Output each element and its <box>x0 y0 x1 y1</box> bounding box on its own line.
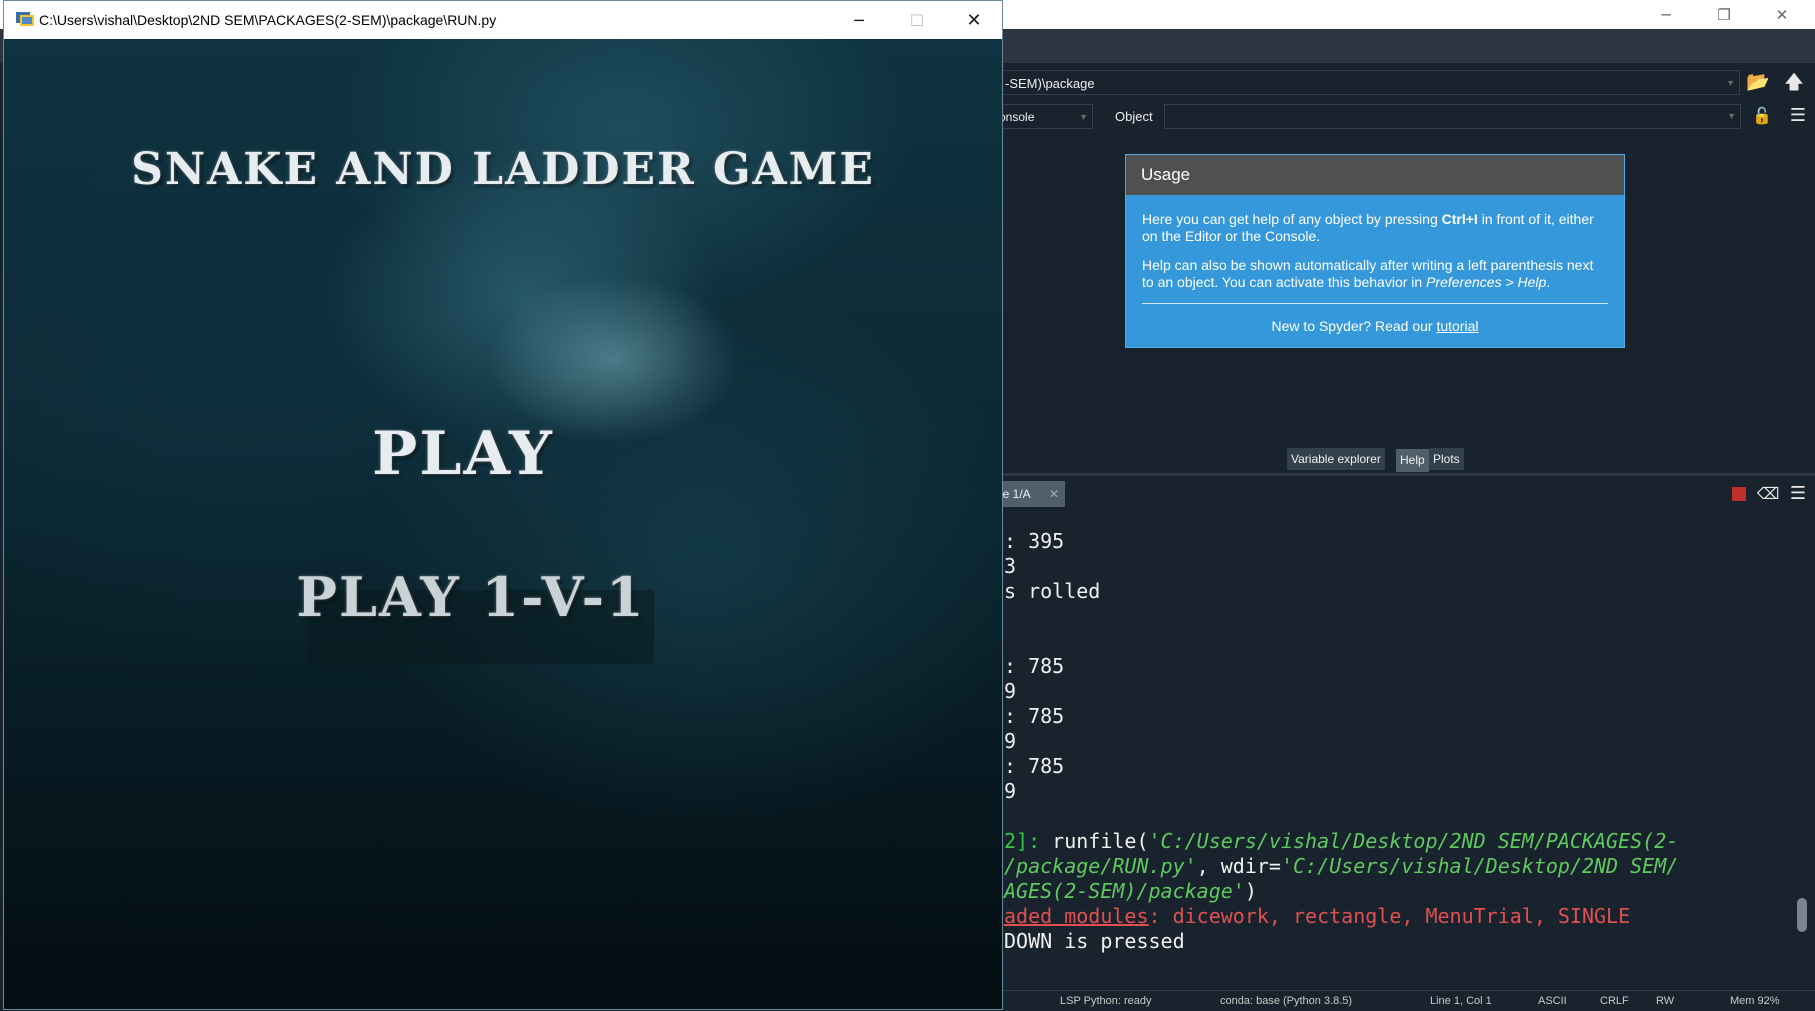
reloaded-modules-line: aded modules: dicework, rectangle, MenuT… <box>1004 904 1631 928</box>
game-window-title: C:\Users\vishal\Desktop\2ND SEM\PACKAGES… <box>39 12 497 28</box>
play-button[interactable]: PLAY <box>4 419 962 489</box>
console-scroll-thumb[interactable] <box>1797 898 1807 932</box>
console-line: s rolled <box>1004 579 1101 603</box>
runfile-line-1: 2]: runfile('C:/Users/vishal/Desktop/2ND… <box>1004 829 1679 853</box>
console-line: : 785 <box>1004 654 1065 678</box>
console-line: 9 <box>1004 729 1017 753</box>
console-tab-bar <box>990 473 1815 514</box>
tab-help[interactable]: Help <box>1396 449 1429 472</box>
console-line: 9 <box>1004 779 1017 803</box>
tab-plots[interactable]: Plots <box>1429 448 1464 470</box>
console-line: : 785 <box>1004 754 1065 778</box>
game-window: C:\Users\vishal\Desktop\2ND SEM\PACKAGES… <box>3 0 1003 1010</box>
status-cursor-position: Line 1, Col 1 <box>1430 995 1492 1007</box>
status-eol: CRLF <box>1600 995 1629 1007</box>
status-conda: conda: base (Python 3.8.5) <box>1220 995 1353 1007</box>
eraser-icon[interactable]: ⌫ <box>1754 482 1782 506</box>
game-heading: SNAKE AND LADDER GAME <box>131 144 875 195</box>
console-line: 9 <box>1004 679 1017 703</box>
usage-footer: New to Spyder? Read our tutorial <box>1271 318 1479 334</box>
console-line: : 785 <box>1004 704 1065 728</box>
console-output-line: DOWN is pressed <box>1004 929 1185 953</box>
game-canvas[interactable]: SNAKE AND LADDER GAME PLAY PLAY 1-V-1 <box>4 39 1002 1009</box>
usage-paragraph-2: Help can also be shown automatically aft… <box>1142 257 1594 290</box>
chevron-down-icon: ▼ <box>1726 78 1735 88</box>
usage-divider <box>1142 303 1608 304</box>
runfile-line-2: /package/RUN.py', wdir='C:/Users/vishal/… <box>1004 854 1679 878</box>
folder-open-icon[interactable]: 📂 <box>1744 70 1772 94</box>
arrow-up-icon[interactable]: 🡅 <box>1780 70 1808 94</box>
chevron-down-icon: ▼ <box>1079 112 1088 122</box>
stop-icon[interactable] <box>1732 487 1746 501</box>
menu-icon[interactable]: ☰ <box>1784 104 1812 128</box>
status-bar: LSP Python: ready conda: base (Python 3.… <box>990 990 1815 1011</box>
game-title-bar[interactable]: C:\Users\vishal\Desktop\2ND SEM\PACKAGES… <box>4 1 1002 39</box>
python-window-icon <box>16 12 34 26</box>
status-memory: Mem 92% <box>1730 995 1780 1007</box>
status-rw: RW <box>1656 995 1675 1007</box>
object-input[interactable]: ▼ <box>1164 104 1741 129</box>
usage-title: Usage <box>1126 155 1624 195</box>
status-encoding: ASCII <box>1538 995 1567 1007</box>
spyder-close-button[interactable]: ✕ <box>1754 0 1810 29</box>
object-label: Object <box>1115 109 1153 124</box>
working-directory-combo[interactable]: -SEM)\package ▼ <box>990 70 1740 95</box>
status-lsp: LSP Python: ready <box>1060 995 1152 1007</box>
console-tab-label: le 1/A <box>1000 487 1031 501</box>
spyder-restore-button[interactable]: ❐ <box>1696 0 1752 29</box>
help-usage-panel: Usage Here you can get help of any objec… <box>1125 154 1625 348</box>
console-line: : 395 <box>1004 529 1065 553</box>
help-source-text: onsole <box>999 110 1035 124</box>
console-line: 3 <box>1004 554 1017 578</box>
tab-variable-explorer[interactable]: Variable explorer <box>1287 448 1385 470</box>
working-directory-text: -SEM)\package <box>1005 76 1095 91</box>
game-maximize-button[interactable]: ☐ <box>889 1 945 39</box>
runfile-line-3: AGES(2-SEM)/package') <box>1004 879 1257 903</box>
lock-icon[interactable]: 🔓 <box>1748 104 1776 128</box>
game-minimize-button[interactable]: ─ <box>831 1 887 39</box>
game-close-button[interactable]: ✕ <box>946 1 1002 39</box>
help-source-combo[interactable]: onsole ▼ <box>990 104 1093 129</box>
chevron-down-icon: ▼ <box>1727 111 1736 121</box>
menu-icon[interactable]: ☰ <box>1784 482 1812 506</box>
spyder-minimize-button[interactable]: ─ <box>1638 0 1694 29</box>
ipython-console[interactable]: : 395 3 s rolled : 785 9 : 785 9 : 785 9… <box>990 512 1790 992</box>
usage-paragraph-1: Here you can get help of any object by p… <box>1142 211 1594 244</box>
play-1v1-button[interactable]: PLAY 1-V-1 <box>4 565 970 629</box>
tutorial-link[interactable]: tutorial <box>1436 318 1478 334</box>
close-icon[interactable]: ✕ <box>1049 481 1059 507</box>
